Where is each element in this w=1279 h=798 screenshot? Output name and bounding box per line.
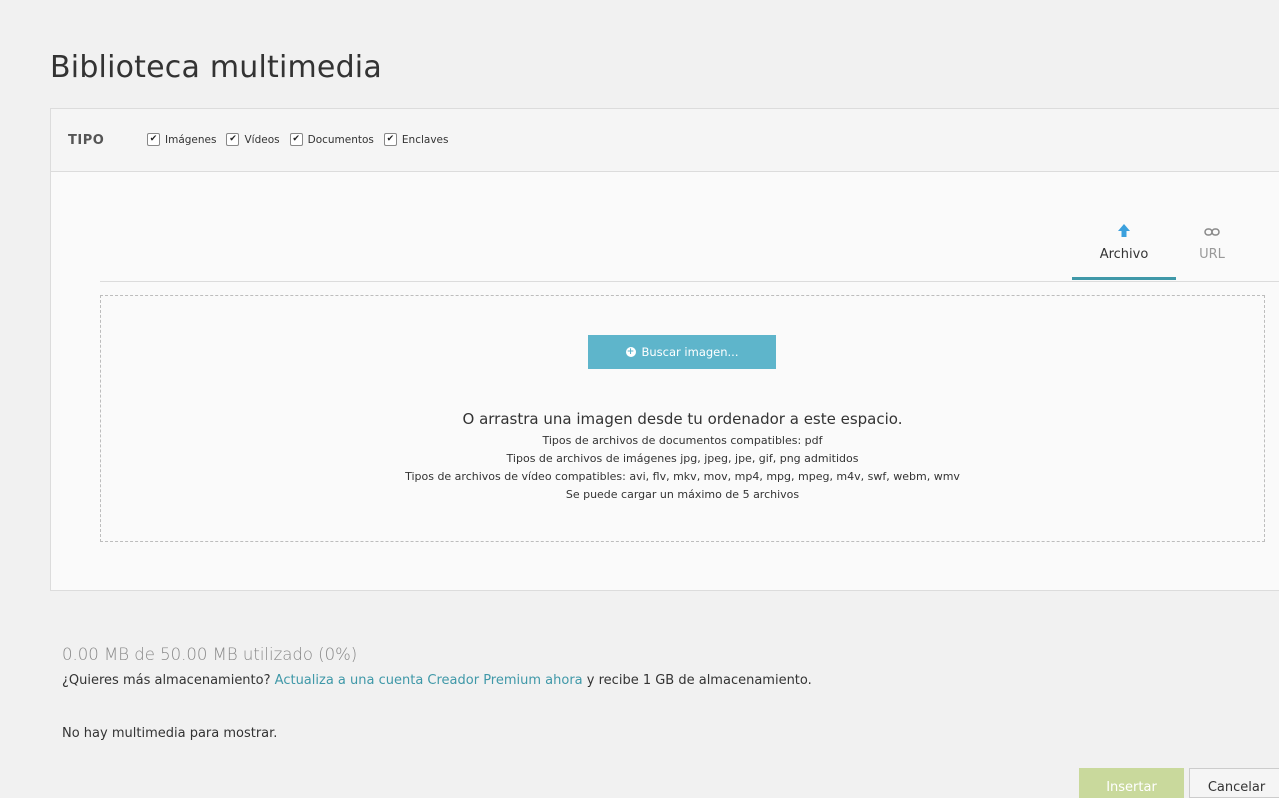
type-filter-list: ✔ Imágenes ✔ Vídeos ✔ Documentos ✔ Encla… — [147, 133, 448, 146]
tab-archivo[interactable]: Archivo — [1072, 223, 1176, 280]
type-filter-label: TIPO — [68, 133, 105, 148]
type-filter-bar: TIPO ✔ Imágenes ✔ Vídeos ✔ Documentos ✔ … — [51, 109, 1279, 172]
drop-instructions: O arrastra una imagen desde tu ordenador… — [462, 410, 903, 428]
storage-usage: 0.00 MB de 50.00 MB utilizado (0%) — [62, 645, 358, 664]
upload-dropzone[interactable]: + Buscar imagen... O arrastra una imagen… — [100, 295, 1265, 542]
page-title: Biblioteca multimedia — [50, 50, 382, 85]
cancel-button[interactable]: Cancelar — [1189, 768, 1279, 798]
insert-button[interactable]: Insertar — [1079, 768, 1184, 798]
upsell-prefix: ¿Quieres más almacenamiento? — [62, 673, 271, 688]
plus-circle-icon: + — [625, 347, 636, 357]
upsell-suffix: y recibe 1 GB de almacenamiento. — [586, 673, 812, 688]
browse-button-label: Buscar imagen... — [641, 345, 739, 359]
tab-divider — [100, 281, 1279, 282]
filter-videos[interactable]: ✔ Vídeos — [226, 133, 280, 146]
link-icon — [1177, 223, 1247, 241]
tab-label: Archivo — [1099, 247, 1149, 262]
upload-arrow-icon — [1072, 223, 1176, 241]
filter-label: Enclaves — [401, 133, 449, 146]
image-types-text: Tipos de archivos de imágenes jpg, jpeg,… — [506, 452, 859, 465]
filter-label: Documentos — [307, 133, 374, 146]
media-panel: TIPO ✔ Imágenes ✔ Vídeos ✔ Documentos ✔ … — [50, 108, 1279, 591]
enclaves-checkbox[interactable]: ✔ — [383, 133, 397, 146]
browse-image-button[interactable]: + Buscar imagen... — [588, 335, 776, 369]
filter-documents[interactable]: ✔ Documentos — [289, 133, 374, 146]
document-types-text: Tipos de archivos de documentos compatib… — [542, 434, 823, 447]
filter-enclaves[interactable]: ✔ Enclaves — [383, 133, 449, 146]
filter-label: Vídeos — [244, 133, 280, 146]
upgrade-premium-link[interactable]: Actualiza a una cuenta Creador Premium a… — [275, 673, 583, 688]
filter-label: Imágenes — [165, 133, 217, 146]
videos-checkbox[interactable]: ✔ — [226, 133, 240, 146]
empty-media-message: No hay multimedia para mostrar. — [62, 726, 278, 741]
max-files-text: Se puede cargar un máximo de 5 archivos — [565, 488, 800, 501]
documents-checkbox[interactable]: ✔ — [289, 133, 303, 146]
video-types-text: Tipos de archivos de vídeo compatibles: … — [405, 470, 960, 483]
storage-upsell: ¿Quieres más almacenamiento? Actualiza a… — [62, 673, 812, 688]
images-checkbox[interactable]: ✔ — [147, 133, 160, 146]
filter-images[interactable]: ✔ Imágenes — [147, 133, 216, 146]
tab-label: URL — [1199, 247, 1225, 262]
tab-url[interactable]: URL — [1177, 223, 1247, 262]
